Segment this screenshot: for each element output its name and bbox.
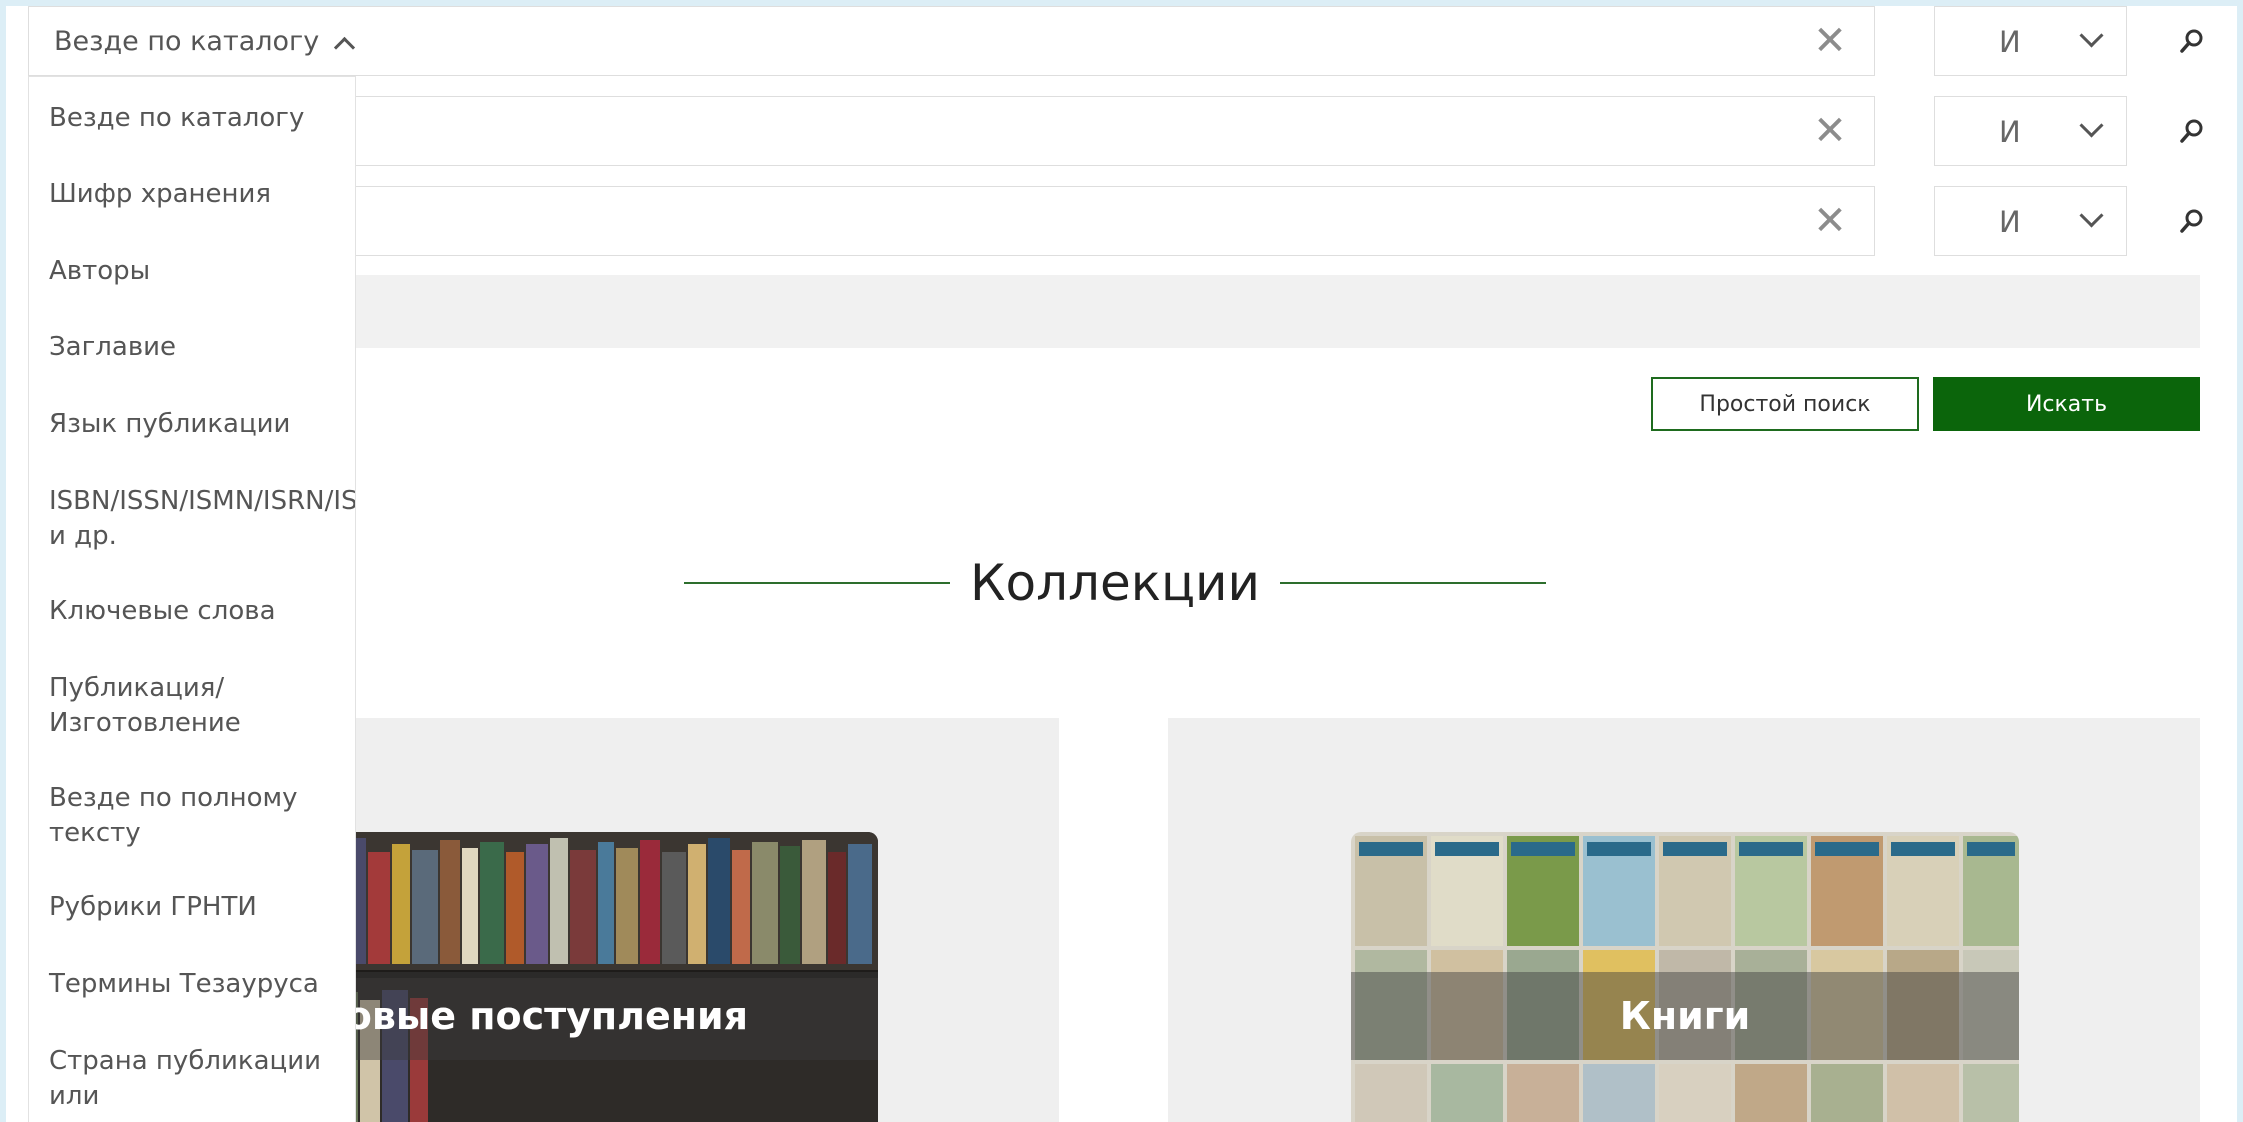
operator-select-3[interactable]: И — [1934, 186, 2127, 256]
search-icon[interactable] — [2174, 114, 2210, 150]
simple-search-button[interactable]: Простой поиск — [1651, 377, 1919, 431]
search-button[interactable]: Искать — [1933, 377, 2200, 431]
field-select[interactable]: Везде по каталогу — [29, 7, 359, 77]
close-icon[interactable]: ✕ — [1810, 21, 1850, 63]
dropdown-item[interactable]: ISBN/ISSN/ISMN/ISRN/IS и др. — [49, 484, 355, 554]
operator-select-1[interactable]: И — [1934, 6, 2127, 76]
operator-value: И — [1999, 115, 2021, 149]
field-dropdown-menu: Везде по каталогу Шифр хранения Авторы З… — [28, 76, 356, 1122]
operator-value: И — [1999, 205, 2021, 239]
dropdown-item[interactable]: Публикация/ Изготовление — [49, 671, 355, 741]
dropdown-item[interactable]: Авторы — [49, 254, 355, 289]
collections-heading: Коллекции — [684, 542, 1546, 622]
close-icon[interactable]: ✕ — [1810, 111, 1850, 153]
divider — [1280, 582, 1546, 584]
chevron-down-icon — [2079, 113, 2104, 138]
operator-select-2[interactable]: И — [1934, 96, 2127, 166]
collection-label: Книги — [1351, 972, 2019, 1060]
chevron-down-icon — [2079, 203, 2104, 228]
chevron-up-icon — [333, 36, 356, 59]
search-icon[interactable] — [2174, 24, 2210, 60]
dropdown-item[interactable]: Везде по каталогу — [49, 101, 355, 136]
dropdown-item[interactable]: Везде по полному тексту — [49, 781, 355, 851]
dropdown-item[interactable]: Язык публикации — [49, 407, 355, 442]
collection-card-books[interactable]: Книги — [1168, 718, 2200, 1122]
dropdown-item[interactable]: Ключевые слова — [49, 594, 355, 629]
dropdown-item[interactable]: Заглавие — [49, 330, 355, 365]
field-select-value: Везде по каталогу — [54, 26, 320, 57]
page: Везде по каталогу ✕ И ✕ И ✕ И Простой по… — [6, 6, 2237, 1122]
dropdown-item[interactable]: Шифр хранения — [49, 177, 355, 212]
collection-thumbnail[interactable]: Книги — [1351, 832, 2019, 1122]
dropdown-item[interactable]: Термины Тезауруса — [49, 967, 355, 1002]
close-icon[interactable]: ✕ — [1810, 201, 1850, 243]
search-input-1[interactable]: Везде по каталогу ✕ — [28, 6, 1875, 76]
search-icon[interactable] — [2174, 204, 2210, 240]
dropdown-item[interactable]: Рубрики ГРНТИ — [49, 890, 355, 925]
chevron-down-icon — [2079, 23, 2104, 48]
operator-value: И — [1999, 25, 2021, 59]
dropdown-item[interactable]: Страна публикации или производства — [49, 1044, 355, 1122]
